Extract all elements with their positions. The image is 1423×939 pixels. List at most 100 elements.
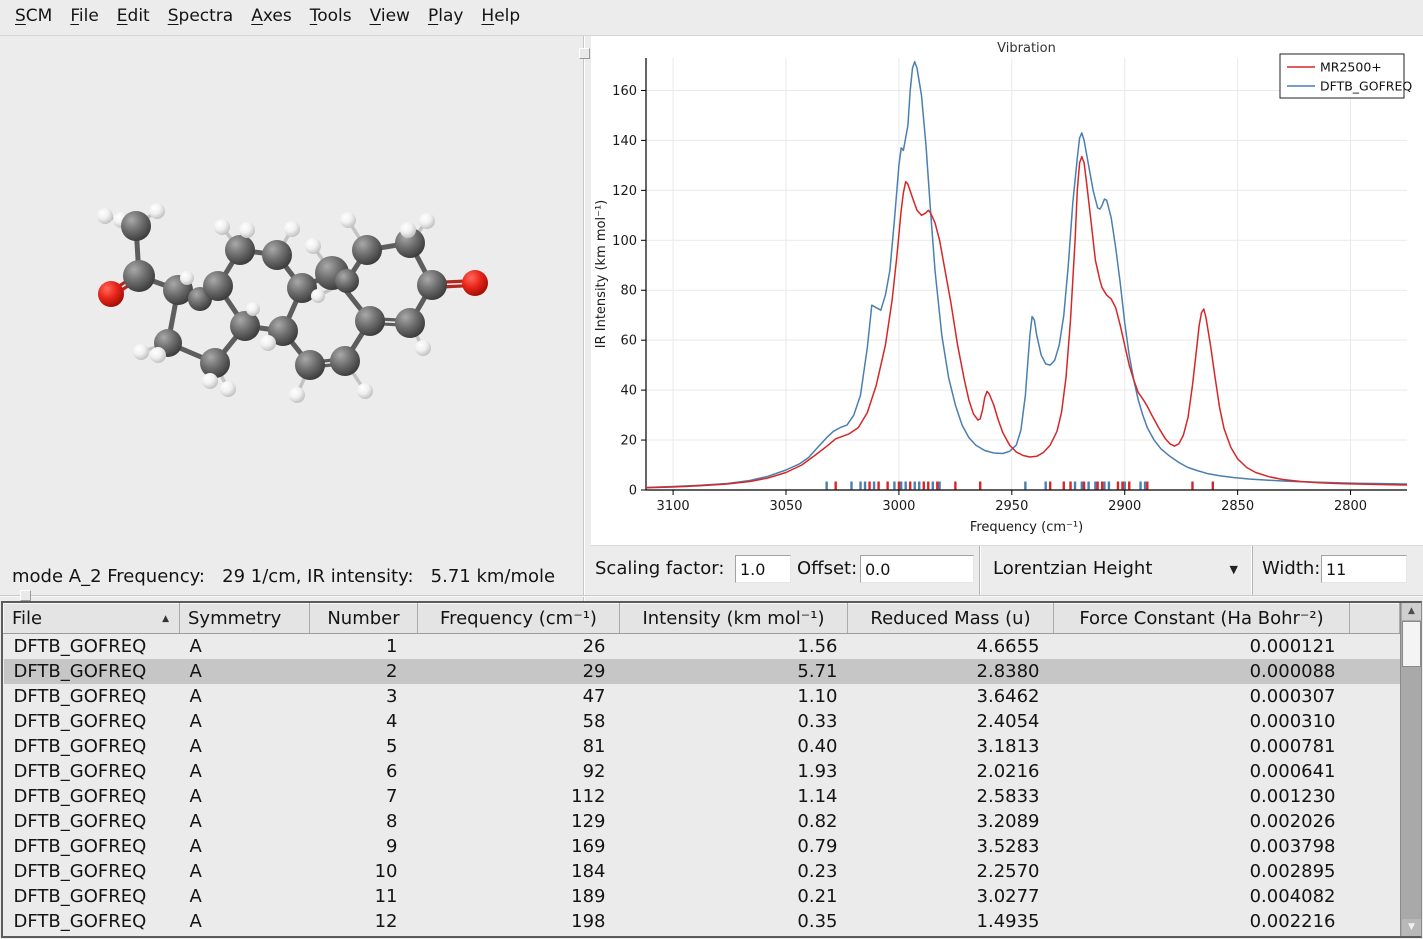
carbon-atom[interactable] (395, 308, 425, 338)
carbon-atom[interactable] (330, 346, 360, 376)
carbon-atom[interactable] (121, 211, 151, 241)
mode-stick[interactable] (1103, 482, 1105, 490)
mode-stick[interactable] (864, 482, 866, 490)
mode-stick[interactable] (918, 482, 920, 490)
menu-item-edit[interactable]: Edit (108, 0, 159, 31)
mode-stick-marks[interactable] (825, 482, 1214, 490)
table-row[interactable]: DFTB_GOFREQA111890.213.02770.004082 (4, 884, 1400, 909)
carbon-atom[interactable] (225, 235, 255, 265)
width-input[interactable] (1321, 555, 1407, 583)
hydrogen-atom[interactable] (289, 387, 305, 403)
mode-stick[interactable] (1044, 482, 1046, 490)
mode-stick[interactable] (923, 482, 925, 490)
hydrogen-atom[interactable] (239, 222, 255, 238)
column-header-file[interactable]: File▲ (4, 604, 180, 634)
mode-stick[interactable] (927, 482, 929, 490)
mode-stick[interactable] (1117, 482, 1119, 490)
mode-stick[interactable] (1121, 482, 1123, 490)
mode-stick[interactable] (1212, 482, 1214, 490)
mode-stick[interactable] (1087, 482, 1089, 490)
mode-stick[interactable] (1101, 482, 1103, 490)
spectrum-plot[interactable]: 3100305030002950290028502800020406080100… (591, 36, 1423, 545)
hydrogen-atom[interactable] (133, 344, 149, 360)
hydrogen-atom[interactable] (214, 219, 230, 235)
lineshape-dropdown[interactable]: Lorentzian Height ▼ (979, 546, 1253, 597)
oxygen-atom[interactable] (98, 281, 124, 307)
table-row[interactable]: DFTB_GOFREQA81290.823.20890.002026 (4, 809, 1400, 834)
menu-item-scm[interactable]: SCM (6, 0, 61, 31)
hydrogen-atom[interactable] (415, 340, 431, 356)
scroll-down-icon[interactable]: ▼ (1402, 919, 1421, 936)
table-row-selected[interactable]: DFTB_GOFREQA2295.712.83800.000088 (4, 659, 1400, 684)
carbon-atom[interactable] (262, 240, 292, 270)
mode-stick[interactable] (1144, 482, 1146, 490)
carbon-atom[interactable] (295, 350, 325, 380)
mode-stick[interactable] (909, 482, 911, 490)
hydrogen-atom[interactable] (149, 203, 165, 219)
menu-item-tools[interactable]: Tools (301, 0, 361, 31)
carbon-atom[interactable] (200, 348, 230, 378)
mode-stick[interactable] (868, 482, 870, 490)
table-row[interactable]: DFTB_GOFREQA5810.403.18130.000781 (4, 734, 1400, 759)
hydrogen-atom[interactable] (311, 289, 325, 303)
hydrogen-atom[interactable] (284, 221, 300, 237)
sash-grip-icon[interactable] (579, 48, 590, 59)
scroll-up-icon[interactable]: ▲ (1402, 603, 1421, 620)
vertical-pane-sash[interactable] (578, 36, 591, 601)
offset-input[interactable] (860, 555, 974, 583)
mode-stick[interactable] (954, 482, 956, 490)
hydrogen-atom[interactable] (305, 238, 321, 254)
scaling-factor-input[interactable] (735, 555, 791, 583)
carbon-atom[interactable] (203, 271, 233, 301)
scrollbar-thumb[interactable] (1402, 621, 1421, 667)
menu-item-play[interactable]: Play (419, 0, 472, 31)
table-scrollbar[interactable]: ▲ ▼ (1400, 603, 1421, 936)
menu-item-help[interactable]: Help (472, 0, 529, 31)
carbon-atom[interactable] (123, 260, 155, 292)
hydrogen-atom[interactable] (202, 373, 218, 389)
menu-item-spectra[interactable]: Spectra (159, 0, 242, 31)
mode-stick[interactable] (1124, 482, 1126, 490)
table-row[interactable]: DFTB_GOFREQA71121.142.58330.001230 (4, 784, 1400, 809)
hydrogen-atom[interactable] (357, 383, 373, 399)
menu-item-file[interactable]: File (61, 0, 107, 31)
table-row[interactable]: DFTB_GOFREQA121980.351.49350.002216 (4, 909, 1400, 934)
hydrogen-atom[interactable] (400, 222, 416, 238)
column-header-force[interactable]: Force Constant (Ha Bohr⁻²) (1054, 604, 1350, 634)
mode-stick[interactable] (1128, 482, 1130, 490)
hydrogen-atom[interactable] (340, 212, 356, 228)
mode-stick[interactable] (898, 482, 900, 490)
mode-stick[interactable] (1139, 482, 1141, 490)
mode-stick[interactable] (904, 482, 906, 490)
carbon-atom[interactable] (335, 269, 359, 293)
mode-stick[interactable] (1074, 482, 1076, 490)
mode-stick[interactable] (1083, 482, 1085, 490)
carbon-atom[interactable] (355, 306, 385, 336)
hydrogen-atom[interactable] (180, 271, 194, 285)
hydrogen-atom[interactable] (419, 213, 435, 229)
mode-stick[interactable] (1191, 482, 1193, 490)
mode-stick[interactable] (886, 482, 888, 490)
column-header-reduced[interactable]: Reduced Mass (u) (848, 604, 1054, 634)
carbon-atom[interactable] (352, 235, 382, 265)
mode-stick[interactable] (1049, 482, 1051, 490)
hydrogen-atom[interactable] (150, 347, 166, 363)
horizontal-pane-sash[interactable] (0, 595, 1423, 597)
mode-stick[interactable] (1081, 482, 1083, 490)
mode-stick[interactable] (914, 482, 916, 490)
column-header-symmetry[interactable]: Symmetry (180, 604, 310, 634)
mode-stick[interactable] (1069, 482, 1071, 490)
sash-grip-icon[interactable] (20, 590, 31, 601)
column-header-number[interactable]: Number (310, 604, 418, 634)
oxygen-atom[interactable] (462, 270, 488, 296)
mode-stick[interactable] (1108, 482, 1110, 490)
hydrogen-atom[interactable] (260, 335, 276, 351)
mode-stick[interactable] (1094, 482, 1096, 490)
carbon-atom[interactable] (417, 270, 447, 300)
column-header-intensity[interactable]: Intensity (km mol⁻¹) (620, 604, 848, 634)
mode-stick[interactable] (877, 482, 879, 490)
menu-item-axes[interactable]: Axes (242, 0, 301, 31)
mode-stick[interactable] (859, 482, 861, 490)
hydrogen-atom[interactable] (97, 208, 113, 224)
mode-stick[interactable] (893, 482, 895, 490)
